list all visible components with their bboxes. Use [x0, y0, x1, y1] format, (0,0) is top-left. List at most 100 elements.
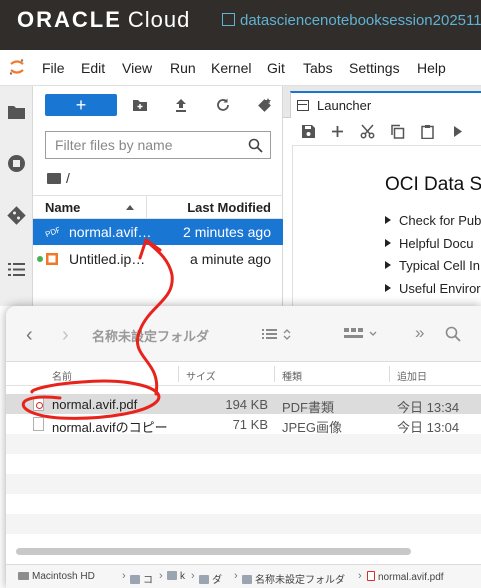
path-segment[interactable]: コ	[130, 571, 153, 586]
column-divider[interactable]	[146, 196, 147, 219]
column-name[interactable]: 名前	[52, 368, 72, 383]
jupyter-logo-icon	[9, 59, 24, 75]
column-size[interactable]: サイズ	[186, 368, 216, 383]
column-last-modified-header[interactable]: Last Modified	[187, 200, 271, 215]
path-separator-icon: ›	[358, 570, 362, 582]
menu-edit[interactable]: Edit	[81, 60, 105, 76]
breadcrumb[interactable]: /	[47, 170, 70, 186]
oracle-cloud-logo[interactable]: ORACLE Cloud	[17, 7, 190, 33]
git-clone-icon[interactable]	[256, 97, 272, 113]
path-segment[interactable]: ダ	[199, 571, 222, 586]
menu-run[interactable]: Run	[170, 60, 196, 76]
path-separator-icon: ›	[234, 570, 238, 582]
folder-icon	[130, 575, 140, 584]
menu-settings[interactable]: Settings	[349, 60, 400, 76]
upload-icon[interactable]	[173, 97, 189, 113]
oracle-brand: ORACLE	[17, 7, 122, 32]
search-icon[interactable]	[445, 326, 461, 342]
launcher-icon	[297, 100, 309, 111]
column-kind[interactable]: 種類	[282, 368, 302, 383]
menu-tabs[interactable]: Tabs	[303, 60, 333, 76]
new-folder-icon[interactable]	[132, 97, 148, 113]
empty-row	[6, 434, 481, 454]
column-name-header[interactable]: Name	[45, 200, 80, 215]
add-cell-icon[interactable]	[330, 124, 345, 139]
notebook-icon	[46, 253, 58, 265]
file-name: Untitled.ip…	[69, 251, 146, 267]
back-icon[interactable]: ‹	[26, 324, 33, 347]
copy-icon[interactable]	[390, 124, 405, 139]
list-view-icon[interactable]	[262, 326, 296, 342]
folder-icon	[167, 571, 177, 580]
cut-icon[interactable]	[360, 124, 375, 139]
folder-icon	[199, 575, 209, 584]
run-icon[interactable]	[450, 124, 465, 139]
refresh-icon[interactable]	[215, 97, 231, 113]
expand-arrow-icon	[385, 216, 391, 224]
filter-files-input[interactable]	[46, 132, 236, 158]
paste-icon[interactable]	[420, 124, 435, 139]
running-kernels-icon[interactable]	[7, 154, 26, 173]
empty-row	[6, 474, 481, 494]
folder-icon	[47, 173, 61, 184]
table-of-contents-icon[interactable]	[7, 260, 26, 279]
column-date-added[interactable]: 追加日	[397, 368, 427, 383]
more-toolbar-icon[interactable]: »	[415, 323, 424, 343]
new-launcher-button[interactable]: +	[45, 94, 117, 116]
file-filter	[45, 131, 271, 159]
folder-icon[interactable]	[7, 102, 26, 121]
tab-launcher-label: Launcher	[317, 98, 372, 113]
menu-git[interactable]: Git	[267, 60, 285, 76]
path-segment[interactable]: Macintosh HD	[18, 571, 95, 582]
jpeg-file-icon	[33, 417, 44, 431]
file-row-untitled-ipynb[interactable]: Untitled.ip… a minute ago	[33, 246, 283, 272]
file-browser-panel: + / Name Last Modified PDF normal.avif… …	[33, 86, 283, 306]
finder-file-name: normal.avif.pdf	[52, 397, 138, 412]
expand-arrow-icon	[385, 261, 391, 269]
notebook-session-link[interactable]: datasciencenotebooksession2025110	[222, 12, 481, 29]
finder-row-normal-avif-copy[interactable]: normal.avifのコピー 71 KB JPEG画像 今日 13:04	[6, 414, 481, 435]
expand-arrow-icon	[385, 284, 391, 292]
git-icon[interactable]	[7, 206, 26, 225]
file-row-normal-avif-pdf[interactable]: PDF normal.avif… 2 minutes ago	[33, 219, 283, 245]
path-segment[interactable]: normal.avif.pdf	[367, 571, 444, 583]
svg-text:PDF: PDF	[45, 225, 59, 239]
file-name: normal.avif…	[69, 224, 152, 240]
menu-view[interactable]: View	[122, 60, 152, 76]
pdf-file-icon	[33, 397, 44, 411]
path-label: 名称未設定フォルダ	[255, 575, 345, 586]
finder-column-header: 名前 サイズ 種類 追加日	[6, 362, 481, 386]
launcher-item-cell[interactable]: Typical Cell In	[385, 258, 480, 273]
finder-row-normal-avif-pdf[interactable]: normal.avif.pdf 194 KB PDF書類 今日 13:34	[6, 394, 481, 415]
empty-row	[6, 514, 481, 534]
path-label: ダ	[212, 575, 222, 586]
menu-kernel[interactable]: Kernel	[211, 60, 251, 76]
group-view-icon[interactable]	[344, 326, 380, 342]
jupyter-menubar: File Edit View Run Kernel Git Tabs Setti…	[0, 50, 481, 86]
file-list-header: Name Last Modified	[33, 195, 283, 219]
finder-file-size: 194 KB	[225, 397, 268, 412]
tab-launcher[interactable]: Launcher	[290, 91, 481, 118]
column-separator[interactable]	[389, 366, 390, 382]
column-separator[interactable]	[274, 366, 275, 382]
finder-file-size: 71 KB	[232, 417, 268, 432]
forward-icon[interactable]: ›	[62, 324, 69, 347]
horizontal-scrollbar[interactable]	[16, 548, 411, 555]
save-icon[interactable]	[301, 124, 316, 139]
expand-arrow-icon	[385, 239, 391, 247]
path-separator-icon: ›	[191, 570, 195, 582]
menu-help[interactable]: Help	[417, 60, 446, 76]
launcher-item-docs[interactable]: Helpful Docu	[385, 236, 473, 251]
finder-toolbar: ‹ › 名称未設定フォルダ »	[6, 306, 481, 362]
launcher-item-check[interactable]: Check for Pub	[385, 213, 481, 228]
path-segment[interactable]: 名称未設定フォルダ	[242, 571, 345, 586]
notebook-toolbar	[292, 118, 481, 146]
menu-file[interactable]: File	[42, 60, 65, 76]
column-separator[interactable]	[178, 366, 179, 382]
launcher-item-env[interactable]: Useful Enviror	[385, 281, 481, 296]
launcher-item-label: Typical Cell In	[399, 258, 480, 273]
path-separator-icon: ›	[122, 570, 126, 582]
path-segment[interactable]: k	[167, 571, 185, 582]
launcher-item-label: Useful Enviror	[399, 281, 481, 296]
file-modified: 2 minutes ago	[183, 224, 271, 240]
